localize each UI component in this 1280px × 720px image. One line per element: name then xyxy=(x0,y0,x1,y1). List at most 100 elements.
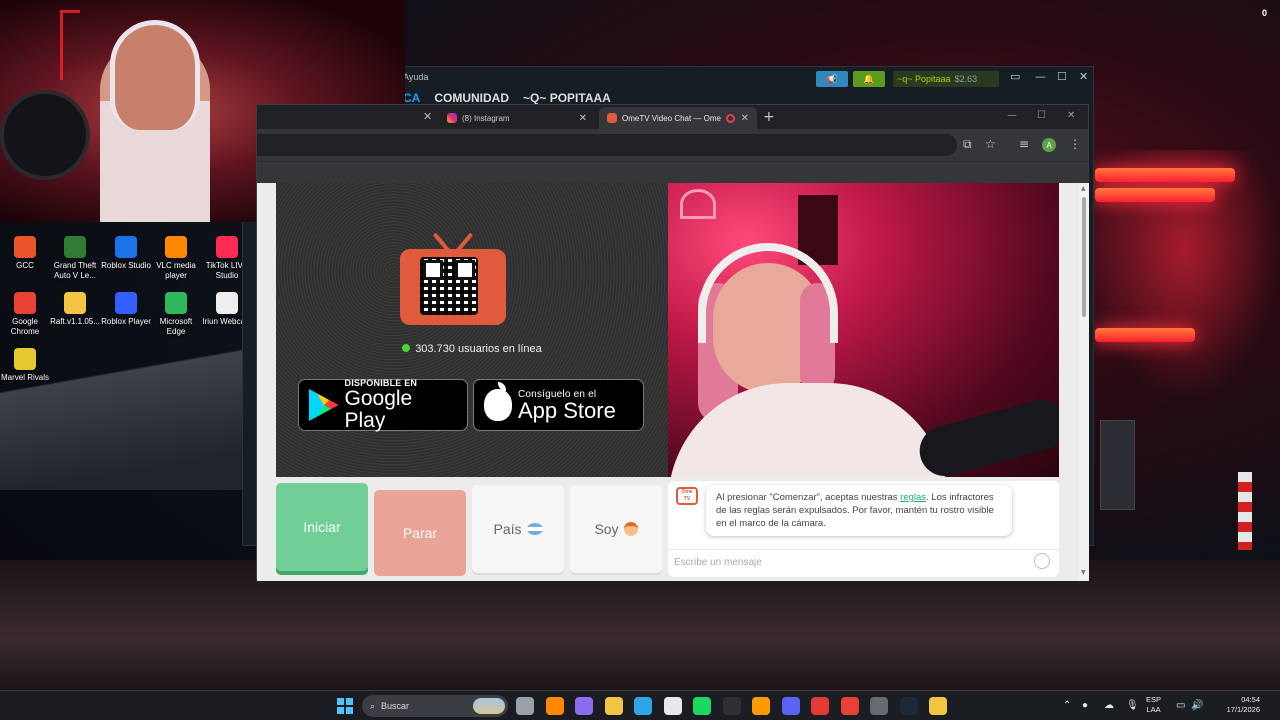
steam-user-menu[interactable]: ~q~ Popitaaa $2.63 xyxy=(893,71,999,87)
tab-ometv[interactable]: OmeTV Video Chat — Ome ✕ xyxy=(599,107,757,129)
scroll-up-icon[interactable]: ▲ xyxy=(1081,185,1086,192)
streamer-headset xyxy=(110,20,200,130)
taskbar-app-icon[interactable] xyxy=(752,697,770,715)
taskbar-app-icon[interactable] xyxy=(575,697,593,715)
taskbar-app-icon[interactable] xyxy=(545,697,564,715)
steam-nav-community[interactable]: COMUNIDAD xyxy=(434,91,509,105)
taskbar-app-icon[interactable] xyxy=(516,697,534,715)
speaker-icon[interactable]: 🔊 xyxy=(1191,700,1203,711)
desktop-icon-label: Raft.v1.1.05... xyxy=(50,317,100,326)
microphone-icon[interactable]: 🎙 xyxy=(1126,700,1139,711)
taskbar-app-icon[interactable] xyxy=(634,697,652,715)
ometv-page: 303.730 usuarios en línea DISPONIBLE EN … xyxy=(257,183,1079,581)
app-store-big: App Store xyxy=(518,397,616,423)
bunny-decoration xyxy=(680,189,716,219)
overlay-counter: 0 xyxy=(1262,8,1268,18)
address-bar[interactable] xyxy=(257,134,957,156)
app-store-button[interactable]: Consíguelo en el App Store xyxy=(473,379,644,431)
argentina-flag-icon xyxy=(526,523,543,535)
apple-icon xyxy=(484,382,512,421)
maximize-button[interactable]: ☐ xyxy=(1057,70,1067,83)
taskbar-app-icon[interactable] xyxy=(604,697,623,715)
taskbar-app-icon[interactable] xyxy=(663,697,682,715)
emoji-icon[interactable] xyxy=(1034,553,1050,569)
instagram-icon xyxy=(447,113,457,123)
minimize-button[interactable]: — xyxy=(1035,70,1046,83)
steam-nav-store[interactable]: CA xyxy=(403,91,420,105)
bookmarks-bar xyxy=(257,161,1088,183)
app-icon xyxy=(165,236,187,258)
taskbar-app-icon[interactable] xyxy=(811,697,829,715)
chevron-up-icon[interactable]: ⌃ xyxy=(1063,700,1071,711)
desktop-icon-label: GCC xyxy=(16,261,34,270)
rules-link[interactable]: reglas xyxy=(900,492,926,503)
desktop-icon[interactable]: Marvel Rivals xyxy=(0,348,50,383)
app-icon xyxy=(115,236,137,258)
taskbar-app-icon[interactable] xyxy=(899,697,918,715)
minimize-button[interactable]: — xyxy=(1007,110,1017,121)
country-button[interactable]: País xyxy=(472,485,564,573)
tab-close-icon[interactable]: ✕ xyxy=(741,113,749,124)
tab-close-icon[interactable]: ✕ xyxy=(579,113,587,124)
close-button[interactable]: ✕ xyxy=(1067,110,1075,121)
more-menu-icon[interactable]: ⋮ xyxy=(1069,137,1081,151)
tab-label: OmeTV Video Chat — Ome xyxy=(622,113,721,123)
megaphone-icon[interactable]: 📢 xyxy=(816,71,848,87)
recording-icon xyxy=(726,113,735,123)
gender-button[interactable]: Soy xyxy=(570,485,662,573)
language-indicator[interactable]: ESP LAA xyxy=(1146,695,1161,715)
scroll-thumb[interactable] xyxy=(1082,197,1086,317)
tray-app-icon[interactable]: ● xyxy=(1082,700,1088,711)
app-icon xyxy=(64,236,86,258)
scroll-down-icon[interactable]: ▼ xyxy=(1081,569,1086,576)
desktop-icon[interactable]: GCC xyxy=(0,236,50,271)
desktop-icon[interactable]: Roblox Player xyxy=(101,292,151,327)
windows-start-icon[interactable] xyxy=(337,698,353,714)
divider xyxy=(668,549,1059,550)
steam-help-menu[interactable]: Ayuda xyxy=(403,72,428,82)
tab-instagram[interactable]: (8) Instagram ✕ xyxy=(439,107,595,129)
steam-wallet-balance: $2.63 xyxy=(954,74,978,84)
microphone xyxy=(914,394,1059,477)
desktop-icon[interactable]: Microsoft Edge xyxy=(151,292,201,337)
stop-button[interactable]: Parar xyxy=(374,490,466,576)
cast-icon[interactable]: ⧉ xyxy=(963,137,972,152)
desktop-icon[interactable]: Raft.v1.1.05... xyxy=(50,292,100,327)
tab-label: (8) Instagram xyxy=(462,113,510,123)
app-icon xyxy=(216,236,238,258)
bell-icon[interactable]: 🔔 xyxy=(853,71,885,87)
maximize-button[interactable]: ☐ xyxy=(1037,110,1046,121)
country-label: País xyxy=(493,521,522,537)
start-button[interactable]: Iniciar xyxy=(276,483,368,571)
network-icon[interactable]: ▭ xyxy=(1176,700,1185,711)
taskbar-app-icon[interactable] xyxy=(693,697,711,715)
online-users: 303.730 usuarios en línea xyxy=(276,343,668,355)
taskbar: ⌕ Buscar ⌃ ● ☁ 🎙 ESP LAA ▭ 🔊 04:54 17/1/… xyxy=(0,690,1280,720)
taskbar-app-icon[interactable] xyxy=(840,697,859,715)
taskbar-app-icon[interactable] xyxy=(781,697,800,715)
media-controls-icon[interactable]: ≡ xyxy=(1019,137,1029,151)
google-play-button[interactable]: DISPONIBLE EN Google Play xyxy=(298,378,468,432)
profile-avatar[interactable]: A xyxy=(1042,138,1056,152)
desktop-icon[interactable]: VLC media player xyxy=(151,236,201,281)
big-picture-icon[interactable]: ▭ xyxy=(1010,70,1020,83)
desktop-icon[interactable]: Grand Theft Auto V Le... xyxy=(50,236,100,281)
cloud-icon[interactable]: ☁ xyxy=(1104,700,1114,711)
tab-strip: ✕ (8) Instagram ✕ OmeTV Video Chat — Ome… xyxy=(257,105,1088,129)
page-scrollbar[interactable]: ▲ ▼ xyxy=(1079,183,1089,581)
taskbar-app-icon[interactable] xyxy=(929,697,947,715)
desktop-icon[interactable]: Roblox Studio xyxy=(101,236,151,271)
desktop-icon[interactable]: Google Chrome xyxy=(0,292,50,337)
steam-nav-profile[interactable]: ~Q~ POPITAAA xyxy=(523,91,611,105)
tab-close-icon[interactable]: ✕ xyxy=(423,110,432,123)
close-button[interactable]: ✕ xyxy=(1079,70,1088,83)
new-tab-button[interactable]: + xyxy=(763,109,775,125)
taskbar-app-icon[interactable] xyxy=(870,697,888,715)
system-message: Al presionar "Comenzar", aceptas nuestra… xyxy=(706,485,1012,536)
bookmark-star-icon[interactable]: ☆ xyxy=(985,137,996,151)
taskbar-app-icon[interactable] xyxy=(722,697,741,715)
taskbar-search[interactable]: ⌕ Buscar xyxy=(362,695,508,717)
message-input[interactable] xyxy=(674,553,1026,571)
gender-label: Soy xyxy=(594,521,619,537)
clock[interactable]: 04:54 17/1/2026 xyxy=(1210,695,1260,715)
